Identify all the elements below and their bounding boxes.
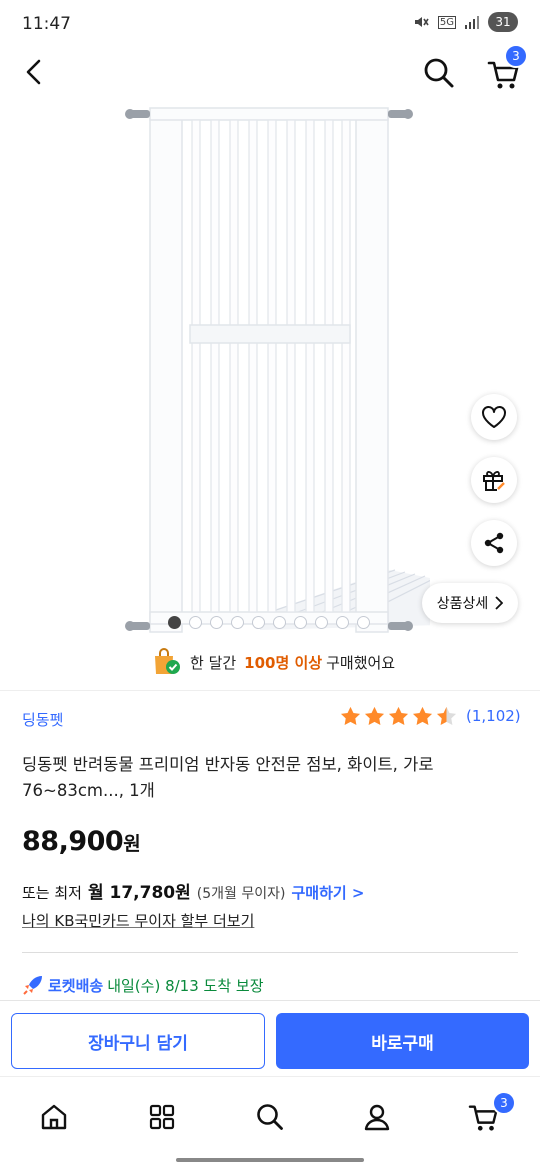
star-icon (412, 706, 433, 726)
chevron-left-icon (26, 59, 41, 85)
pagination-dot[interactable] (189, 616, 202, 629)
product-detail-label: 상품상세 (436, 596, 489, 612)
mute-icon (414, 17, 429, 27)
status-time: 11:47 (22, 14, 71, 34)
network-label: 5G (437, 15, 456, 29)
star-icon (364, 706, 385, 726)
purchase-action-bar: 장바구니 담기 바로구매 (0, 1000, 540, 1076)
installment-buy-link[interactable]: 구매하기 > (291, 882, 364, 903)
status-bar: 11:47 5G 31 (0, 0, 540, 50)
nav-search[interactable] (250, 1097, 290, 1137)
grid-icon (149, 1104, 175, 1130)
nav-my-account[interactable] (357, 1097, 397, 1137)
delivery-eta: 내일(수) 8/13 도착 보장 (107, 976, 264, 995)
nav-categories[interactable] (142, 1097, 182, 1137)
pagination-dot[interactable] (231, 616, 244, 629)
star-icon (340, 706, 361, 726)
back-button[interactable] (16, 54, 52, 90)
home-icon (41, 1104, 67, 1130)
buy-now-button[interactable]: 바로구매 (276, 1013, 529, 1069)
wishlist-button[interactable] (471, 394, 517, 440)
star-icon (436, 706, 457, 726)
image-pagination (168, 616, 370, 629)
purchase-count-note: 한 달간 100명 이상 구매했어요 (152, 648, 395, 676)
pagination-dot[interactable] (336, 616, 349, 629)
rating[interactable]: (1,102) (340, 706, 521, 726)
pagination-dot[interactable] (252, 616, 265, 629)
pagination-dot[interactable] (210, 616, 223, 629)
installment-amount: 월 17,780원 (87, 883, 191, 903)
product-title: 딩동펫 반려동물 프리미엄 반자동 안전문 점보, 화이트, 가로 76~83c… (22, 755, 434, 800)
safety-gate-image (125, 107, 430, 633)
shopping-bag-check-icon (155, 648, 180, 674)
heart-icon (482, 406, 506, 428)
search-icon (424, 58, 454, 88)
pagination-dot[interactable] (315, 616, 328, 629)
nav-home[interactable] (34, 1097, 74, 1137)
cart-count-badge: 3 (504, 44, 528, 68)
chevron-right-icon (495, 596, 504, 610)
search-button[interactable] (420, 54, 458, 92)
rocket-delivery-label: 로켓배송 (48, 976, 104, 995)
pagination-dot[interactable] (294, 616, 307, 629)
price-unit: 원 (123, 833, 141, 855)
rocket-icon (23, 976, 42, 995)
divider (0, 690, 540, 691)
installment-months: (5개월 무이자) (196, 886, 286, 902)
brand-link[interactable]: 딩동펫 (22, 709, 63, 730)
add-to-cart-button[interactable]: 장바구니 담기 (11, 1013, 265, 1069)
rating-stars (340, 706, 457, 726)
home-indicator (176, 1158, 364, 1162)
product-detail-button[interactable]: 상품상세 (422, 583, 518, 623)
battery-indicator: 31 (488, 12, 518, 32)
installment-prefix: 또는 최저 (22, 884, 82, 902)
star-icon (388, 706, 409, 726)
delivery-info: 로켓배송 내일(수) 8/13 도착 보장 (22, 974, 264, 996)
pagination-dot[interactable] (273, 616, 286, 629)
share-icon (484, 532, 504, 554)
gift-icon (483, 471, 505, 491)
purchase-note-highlight: 100명 이상 (244, 653, 323, 672)
installment-info: 또는 최저 월 17,780원 (5개월 무이자) 구매하기 > (22, 878, 364, 903)
nav-cart-count-badge: 3 (492, 1091, 516, 1115)
review-count: (1,102) (466, 707, 521, 725)
bottom-navigation: 3 (0, 1076, 540, 1170)
share-button[interactable] (471, 520, 517, 566)
search-icon (257, 1104, 283, 1130)
gate-bars (191, 119, 351, 613)
pagination-dot[interactable] (168, 616, 181, 629)
gate-crossbar (189, 324, 351, 344)
top-bar: 3 (0, 44, 540, 96)
pagination-dot[interactable] (357, 616, 370, 629)
card-installment-link[interactable]: 나의 KB국민카드 무이자 할부 더보기 (22, 910, 254, 931)
purchase-note-suffix: 구매했어요 (326, 653, 396, 672)
user-icon (364, 1104, 390, 1131)
signal-icon (465, 16, 479, 29)
divider (22, 952, 518, 953)
product-price: 88,900원 (22, 826, 141, 857)
purchase-note-prefix: 한 달간 (190, 653, 237, 672)
gift-button[interactable] (471, 457, 517, 503)
price-value: 88,900 (22, 826, 124, 857)
